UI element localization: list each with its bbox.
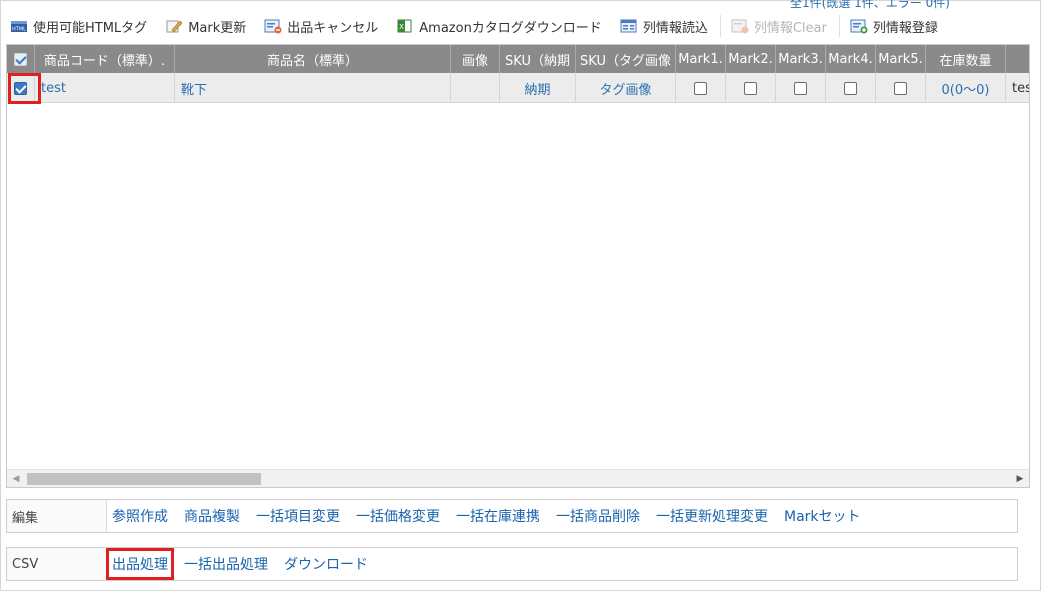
cell-mark3-checkbox[interactable] (776, 73, 826, 103)
cancel-listing-label: 出品キャンセル (287, 20, 379, 36)
cell-extra: tes (1006, 73, 1029, 103)
mark-update-button[interactable]: Mark更新 (161, 12, 252, 40)
column-header-mark4[interactable]: Mark4. (826, 45, 876, 73)
column-load-icon (620, 18, 638, 34)
bulk-update-process-change-link[interactable]: 一括更新処理変更 (656, 506, 768, 526)
bulk-item-change-link[interactable]: 一括項目変更 (256, 506, 340, 526)
grid-header: 商品コード（標準）. 商品名（標準） 画像 SKU（納期 SKU（タグ画像 Ma… (7, 45, 1029, 73)
column-header-image[interactable]: 画像 (451, 45, 500, 73)
column-clear-button[interactable]: 列情報Clear (727, 12, 833, 40)
download-link[interactable]: ダウンロード (284, 554, 368, 574)
reference-create-link[interactable]: 参照作成 (112, 506, 168, 526)
html-tag-label: 使用可能HTMLタグ (33, 20, 148, 36)
csv-panel: CSV 出品処理 一括出品処理 ダウンロード (6, 547, 1018, 581)
cell-product-code[interactable]: test (35, 73, 175, 103)
cell-stock[interactable]: 0(0〜0) (926, 73, 1006, 103)
edit-panel-links: 参照作成 商品複製 一括項目変更 一括価格変更 一括在庫連携 一括商品削除 一括… (107, 500, 877, 532)
bulk-listing-process-link[interactable]: 一括出品処理 (184, 554, 268, 574)
bulk-price-change-link[interactable]: 一括価格変更 (356, 506, 440, 526)
column-header-extra[interactable] (1006, 45, 1029, 73)
column-clear-label: 列情報Clear (753, 20, 827, 36)
table-row[interactable]: test 靴下 納期 タグ画像 0(0〜0) tes (7, 73, 1029, 103)
cancel-listing-button[interactable]: 出品キャンセル (260, 12, 384, 40)
scroll-right-arrow-icon[interactable]: ▶ (1011, 470, 1029, 487)
column-header-mark1[interactable]: Mark1. (676, 45, 726, 73)
cell-mark2-checkbox[interactable] (726, 73, 776, 103)
mark-update-label: Mark更新 (188, 20, 247, 36)
column-header-sku-delivery[interactable]: SKU（納期 (500, 45, 576, 73)
csv-panel-label: CSV (7, 548, 107, 580)
cell-mark1-checkbox[interactable] (676, 73, 726, 103)
toolbar-separator (719, 15, 721, 37)
column-load-label: 列情報読込 (642, 20, 708, 36)
cancel-listing-icon (264, 18, 282, 34)
column-load-button[interactable]: 列情報読込 (616, 12, 714, 40)
svg-text:X: X (399, 23, 404, 31)
column-header-sku-tag-image[interactable]: SKU（タグ画像 (576, 45, 676, 73)
amazon-catalog-download-button[interactable]: X Amazonカタログダウンロード (392, 12, 608, 40)
mark-set-link[interactable]: Markセット (784, 506, 861, 526)
cell-mark4-checkbox[interactable] (826, 73, 876, 103)
column-header-product-code[interactable]: 商品コード（標準）. (35, 45, 175, 73)
header-select-all-checkbox[interactable] (7, 45, 35, 73)
column-register-icon (850, 18, 868, 34)
column-register-label: 列情報登録 (872, 20, 938, 36)
bulk-product-delete-link[interactable]: 一括商品削除 (556, 506, 640, 526)
amazon-catalog-download-label: Amazonカタログダウンロード (419, 20, 602, 36)
pencil-edit-icon (165, 18, 183, 34)
svg-text:HTML: HTML (12, 27, 26, 33)
cell-sku-delivery[interactable]: 納期 (500, 73, 576, 103)
product-grid: 商品コード（標準）. 商品名（標準） 画像 SKU（納期 SKU（タグ画像 Ma… (6, 44, 1030, 488)
bulk-stock-sync-link[interactable]: 一括在庫連携 (456, 506, 540, 526)
scroll-left-arrow-icon[interactable]: ◀ (7, 470, 25, 487)
cell-sku-tag-image[interactable]: タグ画像 (576, 73, 676, 103)
cell-product-name[interactable]: 靴下 (175, 73, 451, 103)
column-header-product-name[interactable]: 商品名（標準） (175, 45, 451, 73)
column-header-mark5[interactable]: Mark5. (876, 45, 926, 73)
excel-download-icon: X (396, 18, 414, 34)
cell-mark5-checkbox[interactable] (876, 73, 926, 103)
edit-panel: 編集 参照作成 商品複製 一括項目変更 一括価格変更 一括在庫連携 一括商品削除… (6, 499, 1018, 533)
toolbar: HTML 使用可能HTMLタグ Mark更新 出品キャンセル X Amazonカ… (6, 10, 1030, 42)
cell-image (451, 73, 500, 103)
toolbar-separator (838, 15, 840, 37)
column-register-button[interactable]: 列情報登録 (846, 12, 944, 40)
scrollbar-thumb[interactable] (27, 473, 261, 485)
column-header-mark2[interactable]: Mark2. (726, 45, 776, 73)
column-header-stock[interactable]: 在庫数量 (926, 45, 1006, 73)
column-clear-icon (731, 18, 749, 34)
horizontal-scrollbar[interactable]: ◀ ▶ (7, 469, 1029, 487)
listing-process-link[interactable]: 出品処理 (106, 548, 174, 580)
column-header-mark3[interactable]: Mark3. (776, 45, 826, 73)
edit-panel-label: 編集 (7, 500, 107, 532)
csv-panel-links: 出品処理 一括出品処理 ダウンロード (106, 548, 384, 580)
html-tag-icon: HTML (10, 18, 28, 34)
row-select-checkbox[interactable] (7, 73, 35, 103)
html-tag-button[interactable]: HTML 使用可能HTMLタグ (6, 12, 153, 40)
product-duplicate-link[interactable]: 商品複製 (184, 506, 240, 526)
